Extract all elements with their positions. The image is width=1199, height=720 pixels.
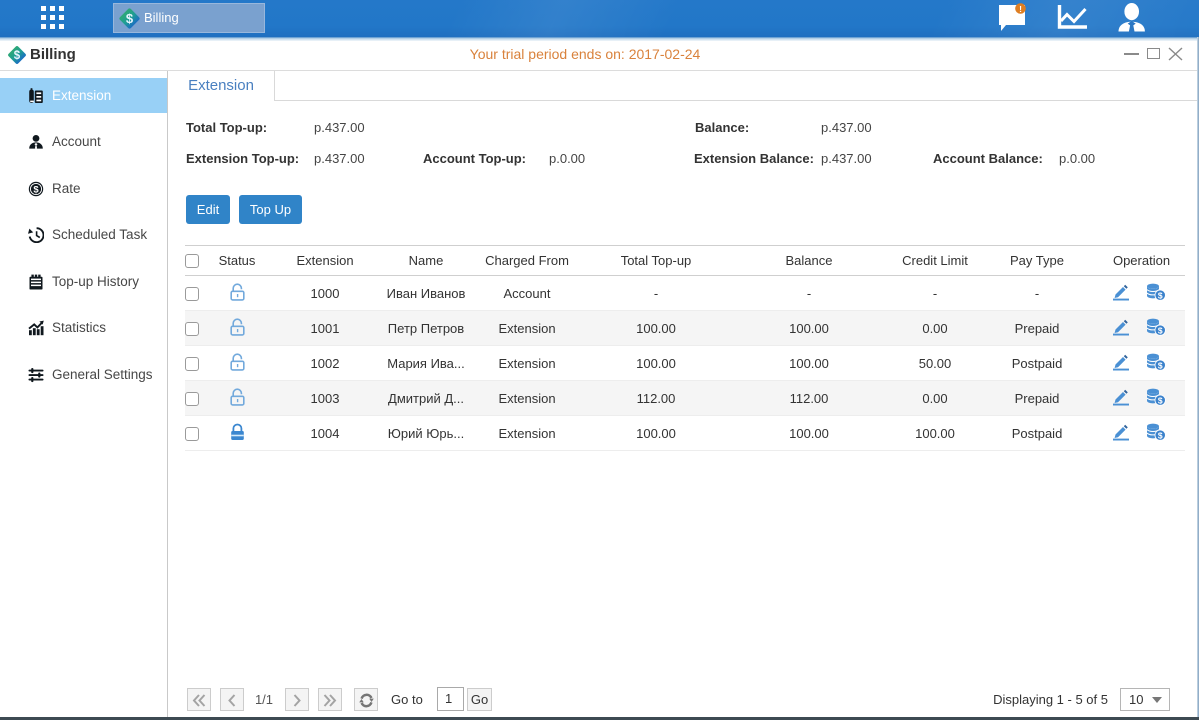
svg-text:$: $ <box>126 11 134 26</box>
svg-text:$: $ <box>1157 360 1162 370</box>
svg-text:$: $ <box>1157 395 1162 405</box>
svg-text:$: $ <box>33 184 39 195</box>
svg-text:!: ! <box>1019 4 1022 14</box>
svg-text:$: $ <box>1157 290 1162 300</box>
svg-text:$: $ <box>14 50 21 62</box>
svg-text:$: $ <box>1157 430 1162 440</box>
svg-text:$: $ <box>1157 325 1162 335</box>
